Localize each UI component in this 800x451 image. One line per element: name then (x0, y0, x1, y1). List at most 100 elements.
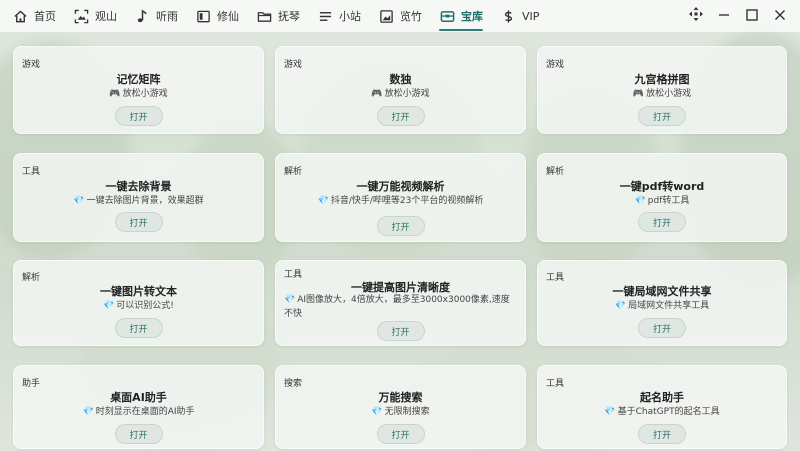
maximize-button[interactable] (740, 4, 764, 28)
card-title: 一键去除背景 (105, 180, 172, 193)
open-button[interactable]: 打开 (376, 216, 425, 236)
card-desktop-ai-assistant: 助手 桌面AI助手 💎 时刻显示在桌面的AI助手 打开 (13, 365, 264, 449)
open-button[interactable]: 打开 (376, 321, 425, 341)
top-nav-bar: 首页 观山 听雨 修仙 抚琴 小站 览竹 宝库 VIP (0, 0, 800, 32)
card-desc-text: 可以识别公式! (116, 301, 174, 311)
card-desc-text: 无限制搜索 (384, 407, 430, 417)
treasure-box-icon (439, 8, 455, 24)
gamepad-icon: 🎮 (632, 89, 645, 99)
folder-icon (256, 8, 272, 24)
tab-baoku-label: 宝库 (461, 10, 483, 23)
diamond-icon: 💎 (82, 407, 94, 417)
card-title: 桌面AI助手 (110, 391, 167, 404)
open-button[interactable]: 打开 (638, 212, 686, 232)
diamond-icon: 💎 (103, 301, 115, 311)
minimize-button[interactable] (712, 4, 736, 28)
book-icon (195, 8, 211, 24)
image-icon (378, 8, 394, 24)
tab-baoku[interactable]: 宝库 (437, 0, 492, 32)
card-remove-background: 工具 一键去除背景 💎 一键去除图片背景，效果超群 打开 (13, 153, 264, 242)
open-button[interactable]: 打开 (638, 106, 686, 126)
card-pdf-to-word: 解析 一键pdf转word 💎 pdf转工具 打开 (537, 153, 787, 242)
card-title: 记忆矩阵 (116, 73, 161, 86)
home-icon (12, 8, 28, 24)
card-desc: 💎 基于ChatGPT的起名工具 (546, 405, 778, 419)
move-arrows-icon (688, 6, 704, 26)
card-desc: 🎮 放松小游戏 (284, 87, 517, 101)
open-button[interactable]: 打开 (638, 318, 686, 338)
tab-guanshan-label: 观山 (95, 10, 117, 23)
card-image-to-text: 解析 一键图片转文本 💎 可以识别公式! 打开 (13, 260, 264, 346)
open-button[interactable]: 打开 (114, 424, 163, 444)
card-desc-text: 时刻显示在桌面的AI助手 (95, 407, 195, 417)
tab-xiaozhan[interactable]: 小站 (315, 0, 370, 32)
tab-vip-label: VIP (522, 9, 540, 23)
card-category: 游戏 (22, 60, 41, 70)
tab-vip[interactable]: VIP (498, 0, 548, 32)
card-desc-text: 一键去除图片背景，效果超群 (86, 196, 204, 206)
card-title: 一键万能视频解析 (356, 180, 445, 193)
tab-home-label: 首页 (34, 10, 56, 23)
diamond-icon: 💎 (371, 407, 383, 417)
open-button[interactable]: 打开 (376, 106, 425, 126)
card-desc-text: 抖音/快手/哔哩等23个平台的视频解析 (330, 196, 484, 206)
card-sudoku: 游戏 数独 🎮 放松小游戏 打开 (275, 46, 526, 134)
card-category: 搜索 (284, 379, 303, 389)
card-desc: 💎 AI图像放大，4倍放大，最多至3000x3000像素,速度不快 (284, 293, 517, 321)
card-category: 解析 (546, 167, 565, 177)
card-category: 工具 (22, 167, 41, 177)
tab-xiuxian[interactable]: 修仙 (193, 0, 248, 32)
card-category: 工具 (546, 379, 565, 389)
card-desc-text: 局域网文件共享工具 (628, 301, 710, 311)
card-desc: 💎 无限制搜索 (284, 405, 517, 419)
close-button[interactable] (768, 4, 792, 28)
move-window-button[interactable] (684, 4, 708, 28)
tab-fuqin[interactable]: 抚琴 (254, 0, 309, 32)
nav-tabs: 首页 观山 听雨 修仙 抚琴 小站 览竹 宝库 VIP (10, 0, 554, 32)
list-icon (317, 8, 333, 24)
card-desc: 💎 一键去除图片背景，效果超群 (22, 194, 255, 208)
music-note-icon (134, 8, 150, 24)
open-button[interactable]: 打开 (114, 212, 163, 232)
card-desc: 💎 时刻显示在桌面的AI助手 (22, 405, 255, 419)
tab-tingyu[interactable]: 听雨 (132, 0, 187, 32)
card-memory-matrix: 游戏 记忆矩阵 🎮 放松小游戏 打开 (13, 46, 264, 134)
card-desc-text: 放松小游戏 (384, 89, 430, 99)
diamond-icon: 💎 (284, 295, 296, 305)
open-button[interactable]: 打开 (376, 424, 425, 444)
open-button[interactable]: 打开 (114, 106, 163, 126)
card-desc: 💎 局域网文件共享工具 (546, 299, 778, 313)
card-category: 游戏 (546, 60, 565, 70)
tab-lanzhu[interactable]: 览竹 (376, 0, 431, 32)
tab-xiuxian-label: 修仙 (217, 10, 239, 23)
diamond-icon: 💎 (604, 407, 616, 417)
tab-fuqin-label: 抚琴 (278, 10, 300, 23)
card-universal-search: 搜索 万能搜索 💎 无限制搜索 打开 (275, 365, 526, 449)
card-desc-text: pdf转工具 (647, 196, 690, 206)
card-desc: 💎 抖音/快手/哔哩等23个平台的视频解析 (284, 194, 517, 208)
card-title: 一键图片转文本 (100, 285, 177, 298)
card-image-upscale: 工具 一键提高图片清晰度 💎 AI图像放大，4倍放大，最多至3000x3000像素… (275, 260, 526, 346)
diamond-icon: 💎 (614, 301, 627, 311)
window-controls (684, 0, 792, 32)
card-title: 一键局域网文件共享 (612, 285, 712, 298)
diamond-icon: 💎 (634, 196, 646, 206)
open-button[interactable]: 打开 (114, 318, 163, 338)
card-category: 助手 (22, 379, 41, 389)
card-desc: 💎 pdf转工具 (546, 194, 778, 208)
minimize-icon (717, 7, 731, 26)
open-button[interactable]: 打开 (638, 424, 686, 444)
maximize-icon (745, 7, 759, 26)
tab-home[interactable]: 首页 (10, 0, 65, 32)
card-desc: 💎 可以识别公式! (22, 299, 255, 313)
diamond-icon: 💎 (73, 196, 85, 206)
tab-tingyu-label: 听雨 (156, 10, 178, 23)
card-lan-file-share: 工具 一键局域网文件共享 💎 局域网文件共享工具 打开 (537, 260, 787, 346)
tab-guanshan[interactable]: 观山 (71, 0, 126, 32)
card-category: 工具 (546, 273, 565, 283)
card-desc-text: 基于ChatGPT的起名工具 (617, 407, 720, 417)
card-category: 解析 (284, 167, 303, 177)
card-category: 解析 (22, 273, 41, 283)
card-nine-grid-puzzle: 游戏 九宫格拼图 🎮 放松小游戏 打开 (537, 46, 787, 134)
card-naming-assistant: 工具 起名助手 💎 基于ChatGPT的起名工具 打开 (537, 365, 787, 449)
